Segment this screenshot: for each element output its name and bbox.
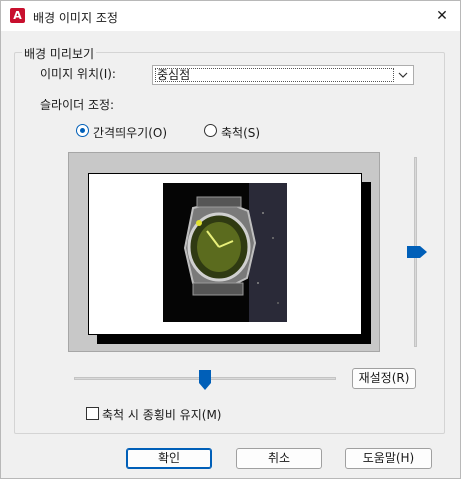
- background-adjust-dialog: A 배경 이미지 조정 ✕ 배경 미리보기 이미지 위치(I): 중심점 슬라이…: [0, 0, 461, 479]
- horizontal-slider-thumb[interactable]: [199, 370, 211, 390]
- reset-button[interactable]: 재설정(R): [352, 368, 416, 389]
- groupbox-legend: 배경 미리보기: [22, 45, 97, 62]
- radio-tile[interactable]: [76, 124, 89, 137]
- autocad-app-icon: A: [10, 8, 25, 23]
- background-image-preview: [163, 183, 287, 322]
- image-position-select[interactable]: 중심점: [152, 65, 414, 85]
- ok-button[interactable]: 확인: [126, 448, 212, 469]
- keep-aspect-ratio-label[interactable]: 축척 시 종횡비 유지(M): [102, 406, 221, 423]
- slider-adjust-label: 슬라이더 조정:: [40, 98, 115, 112]
- image-position-value: 중심점: [155, 68, 394, 82]
- cancel-button[interactable]: 취소: [236, 448, 322, 469]
- image-position-label: 이미지 위치(I):: [40, 67, 116, 81]
- vertical-slider-thumb[interactable]: [407, 246, 427, 258]
- title-bar: A 배경 이미지 조정 ✕: [1, 1, 460, 31]
- radio-scale-label[interactable]: 축척(S): [221, 124, 260, 141]
- keep-aspect-ratio-checkbox[interactable]: [86, 407, 99, 420]
- help-button[interactable]: 도움말(H): [345, 448, 432, 469]
- close-icon[interactable]: ✕: [430, 5, 454, 27]
- chevron-down-icon[interactable]: [397, 69, 409, 81]
- dialog-title: 배경 이미지 조정: [33, 11, 118, 25]
- radio-tile-label[interactable]: 간격띄우기(O): [93, 124, 167, 141]
- radio-scale[interactable]: [204, 124, 217, 137]
